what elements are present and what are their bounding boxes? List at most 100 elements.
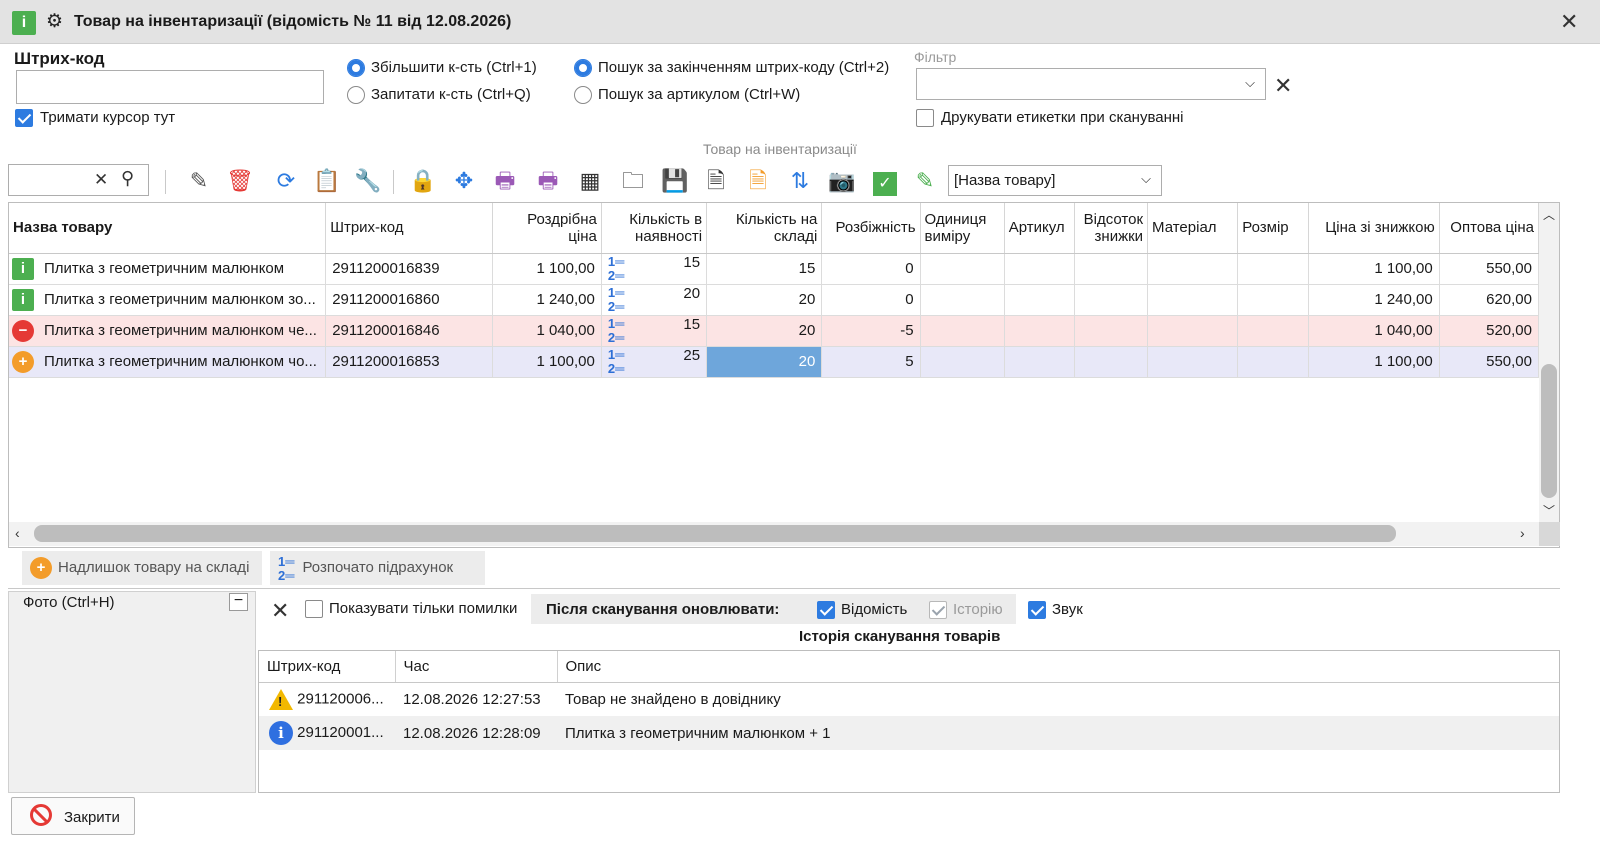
discount-cell[interactable]: [1074, 284, 1149, 316]
collapse-photo-icon[interactable]: −: [229, 593, 248, 611]
on-shelf-cell-selected[interactable]: 20: [706, 346, 823, 378]
clear-icon[interactable]: ✕: [94, 170, 108, 190]
print-labels-icon[interactable]: 🖶: [533, 166, 563, 196]
in-stock-cell[interactable]: 20: [683, 285, 700, 302]
folder-export-icon[interactable]: 🗀: [618, 166, 648, 196]
delete-icon[interactable]: 🗑: [225, 166, 255, 196]
search-barcode-end-radio[interactable]: [574, 59, 592, 77]
horizontal-scroll-thumb[interactable]: [34, 525, 1396, 542]
save-icon[interactable]: 💾: [660, 166, 690, 196]
wholesale-price-cell[interactable]: 520,00: [1439, 315, 1540, 347]
gear-icon[interactable]: ⚙: [46, 11, 63, 33]
close-window-icon[interactable]: ✕: [1560, 9, 1578, 35]
article-cell[interactable]: [1004, 284, 1075, 316]
document-icon[interactable]: 🗎: [701, 166, 731, 196]
move-icon[interactable]: ✥: [449, 166, 479, 196]
col-header[interactable]: Кількість на складі: [706, 203, 823, 254]
unit-cell[interactable]: [920, 315, 1005, 347]
filter-dropdown[interactable]: ⌵: [916, 68, 1266, 100]
col-header[interactable]: Опис: [557, 651, 1559, 683]
history-row[interactable]: i 291120001... 12.08.2026 12:28:09 Плитк…: [259, 716, 1559, 750]
scroll-down-icon[interactable]: ﹀: [1543, 502, 1555, 519]
size-cell[interactable]: [1237, 346, 1310, 378]
unit-cell[interactable]: [920, 284, 1005, 316]
retail-price-cell[interactable]: 1 240,00: [492, 284, 602, 316]
barcode-cell[interactable]: 2911200016853: [325, 346, 493, 378]
on-shelf-cell[interactable]: 15: [706, 253, 823, 285]
barcode-cell[interactable]: 2911200016846: [325, 315, 493, 347]
discounted-price-cell[interactable]: 1 240,00: [1308, 284, 1440, 316]
discounted-price-cell[interactable]: 1 100,00: [1308, 346, 1440, 378]
material-cell[interactable]: [1147, 315, 1239, 347]
on-shelf-cell[interactable]: 20: [706, 315, 823, 347]
size-cell[interactable]: [1237, 315, 1310, 347]
barcode-cell[interactable]: 2911200016839: [325, 253, 493, 285]
ask-qty-radio[interactable]: [347, 86, 365, 104]
retail-price-cell[interactable]: 1 100,00: [492, 253, 602, 285]
col-header[interactable]: Штрих-код: [325, 203, 493, 254]
material-cell[interactable]: [1147, 253, 1239, 285]
print-icon[interactable]: 🖶: [490, 166, 520, 196]
on-shelf-cell[interactable]: 20: [706, 284, 823, 316]
size-cell[interactable]: [1237, 284, 1310, 316]
unit-cell[interactable]: [920, 253, 1005, 285]
print-labels-checkbox[interactable]: [916, 109, 934, 127]
clear-history-icon[interactable]: ✕: [271, 598, 289, 624]
diff-cell[interactable]: -5: [821, 315, 921, 347]
size-cell[interactable]: [1237, 253, 1310, 285]
article-cell[interactable]: [1004, 346, 1075, 378]
col-header[interactable]: Оптова ціна: [1439, 203, 1540, 254]
wholesale-price-cell[interactable]: 620,00: [1439, 284, 1540, 316]
table-row[interactable]: i Плитка з геометричним малюнком зо... 29…: [9, 284, 1540, 316]
scroll-up-icon[interactable]: ︿: [1543, 206, 1555, 223]
discounted-price-cell[interactable]: 1 040,00: [1308, 315, 1440, 347]
table-row[interactable]: − Плитка з геометричним малюнком че... 29…: [9, 315, 1540, 347]
retail-price-cell[interactable]: 1 040,00: [492, 315, 602, 347]
col-header[interactable]: Відсоток знижки: [1074, 203, 1149, 254]
in-stock-cell[interactable]: 15: [683, 316, 700, 333]
sort-arrows-icon[interactable]: ⇅: [785, 166, 815, 196]
search-article-radio[interactable]: [574, 86, 592, 104]
scroll-left-icon[interactable]: ‹: [15, 525, 20, 541]
discounted-price-cell[interactable]: 1 100,00: [1308, 253, 1440, 285]
material-cell[interactable]: [1147, 284, 1239, 316]
in-stock-cell[interactable]: 15: [683, 254, 700, 271]
col-header[interactable]: Артикул: [1004, 203, 1075, 254]
clear-filter-icon[interactable]: ✕: [1274, 73, 1292, 99]
grid-search-input[interactable]: [9, 165, 93, 195]
wholesale-price-cell[interactable]: 550,00: [1439, 253, 1540, 285]
article-cell[interactable]: [1004, 315, 1075, 347]
history-row[interactable]: ! 291120006... 12.08.2026 12:27:53 Товар…: [259, 682, 1559, 716]
sort-column-select[interactable]: [Назва товару] ⌵: [948, 165, 1162, 196]
col-header[interactable]: Назва товару: [9, 203, 327, 254]
barcode-cell[interactable]: 2911200016860: [325, 284, 493, 316]
diff-cell[interactable]: 0: [821, 253, 921, 285]
table-row[interactable]: + Плитка з геометричним малюнком чо... 29…: [9, 346, 1540, 378]
scroll-right-icon[interactable]: ›: [1520, 525, 1525, 541]
clipboard-icon[interactable]: 📋: [312, 166, 342, 196]
col-header[interactable]: Кількість в наявності: [601, 203, 708, 254]
edit-icon[interactable]: ✎: [184, 166, 214, 196]
retail-price-cell[interactable]: 1 100,00: [492, 346, 602, 378]
col-header[interactable]: Одиниця виміру: [920, 203, 1005, 254]
diff-cell[interactable]: 0: [821, 284, 921, 316]
col-header[interactable]: Матеріал: [1147, 203, 1239, 254]
col-header[interactable]: Розбіжність: [821, 203, 921, 254]
refresh-icon[interactable]: ⟳: [271, 166, 301, 196]
discount-cell[interactable]: [1074, 253, 1149, 285]
search-icon[interactable]: ⚲: [121, 168, 134, 189]
barcode-input[interactable]: [16, 70, 324, 104]
calculator-icon[interactable]: ▦: [575, 166, 605, 196]
keep-cursor-checkbox[interactable]: [15, 109, 33, 127]
highlight-pen-icon[interactable]: ✎: [910, 166, 940, 196]
table-row[interactable]: i Плитка з геометричним малюнком 29112000…: [9, 253, 1540, 285]
lock-icon[interactable]: 🔒: [408, 166, 438, 196]
only-errors-checkbox[interactable]: [305, 600, 323, 618]
update-vidomist-checkbox[interactable]: [817, 601, 835, 619]
wholesale-price-cell[interactable]: 550,00: [1439, 346, 1540, 378]
check-icon[interactable]: ✓: [870, 166, 900, 196]
diff-cell[interactable]: 5: [821, 346, 921, 378]
col-header[interactable]: Роздрібна ціна: [492, 203, 602, 254]
article-cell[interactable]: [1004, 253, 1075, 285]
camera-icon[interactable]: 📷: [827, 166, 857, 196]
